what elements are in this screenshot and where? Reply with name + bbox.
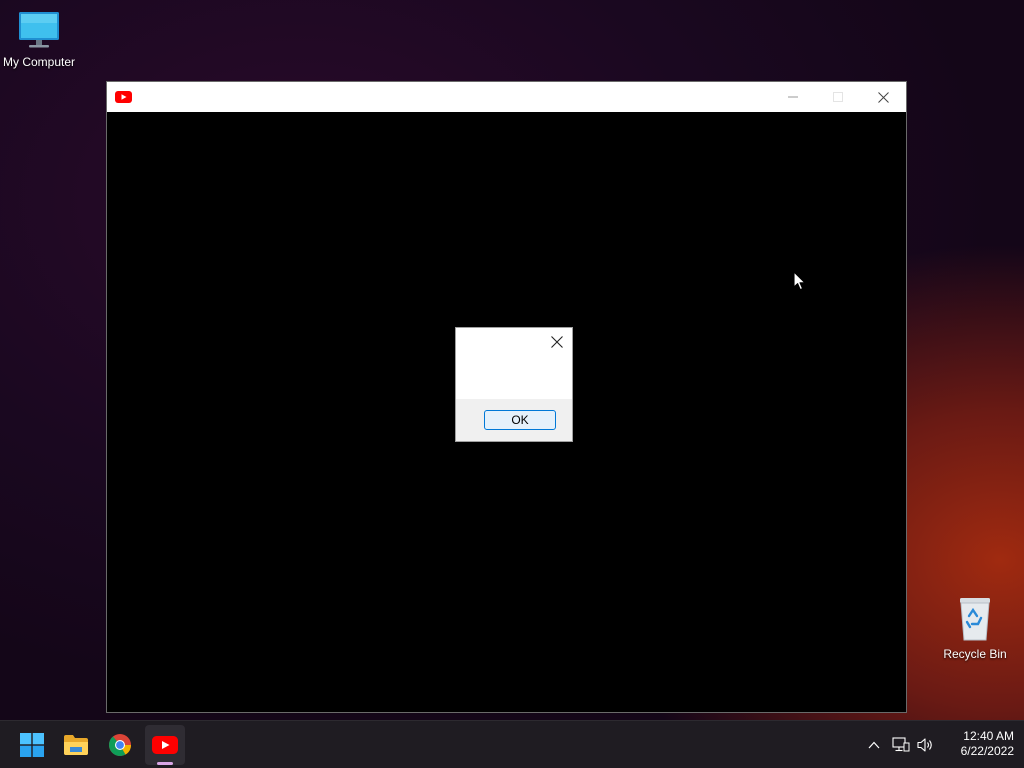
network-icon	[892, 737, 910, 752]
minimize-icon	[788, 96, 798, 98]
windows-start-icon	[20, 733, 44, 757]
youtube-icon	[152, 736, 178, 754]
ok-button[interactable]: OK	[484, 410, 556, 430]
clock-date: 6/22/2022	[960, 744, 1014, 758]
desktop-icon-label: My Computer	[2, 55, 76, 69]
youtube-icon	[115, 91, 132, 103]
message-dialog: OK	[455, 327, 573, 442]
recycle-bin-icon	[960, 598, 990, 641]
chrome-icon	[108, 734, 131, 756]
close-button[interactable]	[861, 82, 905, 112]
maximize-button[interactable]	[816, 82, 860, 112]
show-hidden-icons-button[interactable]	[864, 735, 884, 755]
taskbar-file-explorer[interactable]	[56, 725, 96, 765]
close-icon	[877, 91, 889, 103]
taskbar-youtube[interactable]	[145, 725, 185, 765]
minimize-button[interactable]	[771, 82, 815, 112]
start-button[interactable]	[12, 725, 52, 765]
chevron-up-icon	[868, 741, 880, 749]
active-app-indicator	[157, 762, 173, 765]
network-button[interactable]	[891, 735, 911, 755]
monitor-icon	[19, 12, 59, 48]
desktop-icon-label: Recycle Bin	[943, 647, 1007, 661]
desktop: My Computer Recycle Bin OK 12:40 AM 6/22…	[0, 0, 1024, 768]
clock-time: 12:40 AM	[963, 729, 1014, 743]
dialog-close-button[interactable]	[548, 333, 566, 351]
maximize-icon	[833, 92, 843, 102]
close-icon	[551, 336, 563, 348]
volume-icon	[917, 738, 932, 752]
desktop-icon-my-computer[interactable]: My Computer	[0, 10, 79, 69]
taskbar: 12:40 AM 6/22/2022	[0, 720, 1024, 768]
taskbar-clock[interactable]: 12:40 AM 6/22/2022	[944, 729, 1014, 759]
dialog-footer: OK	[456, 399, 572, 441]
app-titlebar[interactable]	[107, 82, 906, 112]
desktop-icon-recycle-bin[interactable]: Recycle Bin	[935, 596, 1015, 661]
volume-button[interactable]	[916, 735, 936, 755]
taskbar-chrome[interactable]	[100, 725, 140, 765]
folder-icon	[64, 735, 88, 755]
mouse-cursor-icon	[793, 271, 806, 291]
